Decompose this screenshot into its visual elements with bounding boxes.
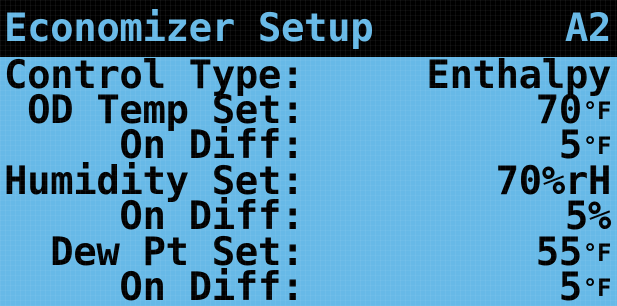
od-temp-set-unit: °F <box>582 97 612 125</box>
screen-title: Economizer Setup <box>4 6 374 51</box>
lcd-screen: Economizer Setup A2 Control Type: Enthal… <box>0 0 617 306</box>
title-bar: Economizer Setup A2 <box>0 0 617 57</box>
dew-pt-diff-unit: °F <box>582 274 612 302</box>
screen-code: A2 <box>564 6 612 51</box>
dew-pt-diff-value[interactable]: 5°F <box>559 268 612 306</box>
setting-row-dew-pt-diff[interactable]: On Diff: 5°F <box>0 265 617 306</box>
dew-pt-diff-label: On Diff: <box>4 265 305 306</box>
dew-pt-diff-number: 5 <box>558 265 582 306</box>
od-temp-diff-unit: °F <box>582 132 612 160</box>
dew-pt-set-unit: °F <box>582 239 612 267</box>
control-type-value[interactable]: Enthalpy <box>426 56 611 95</box>
